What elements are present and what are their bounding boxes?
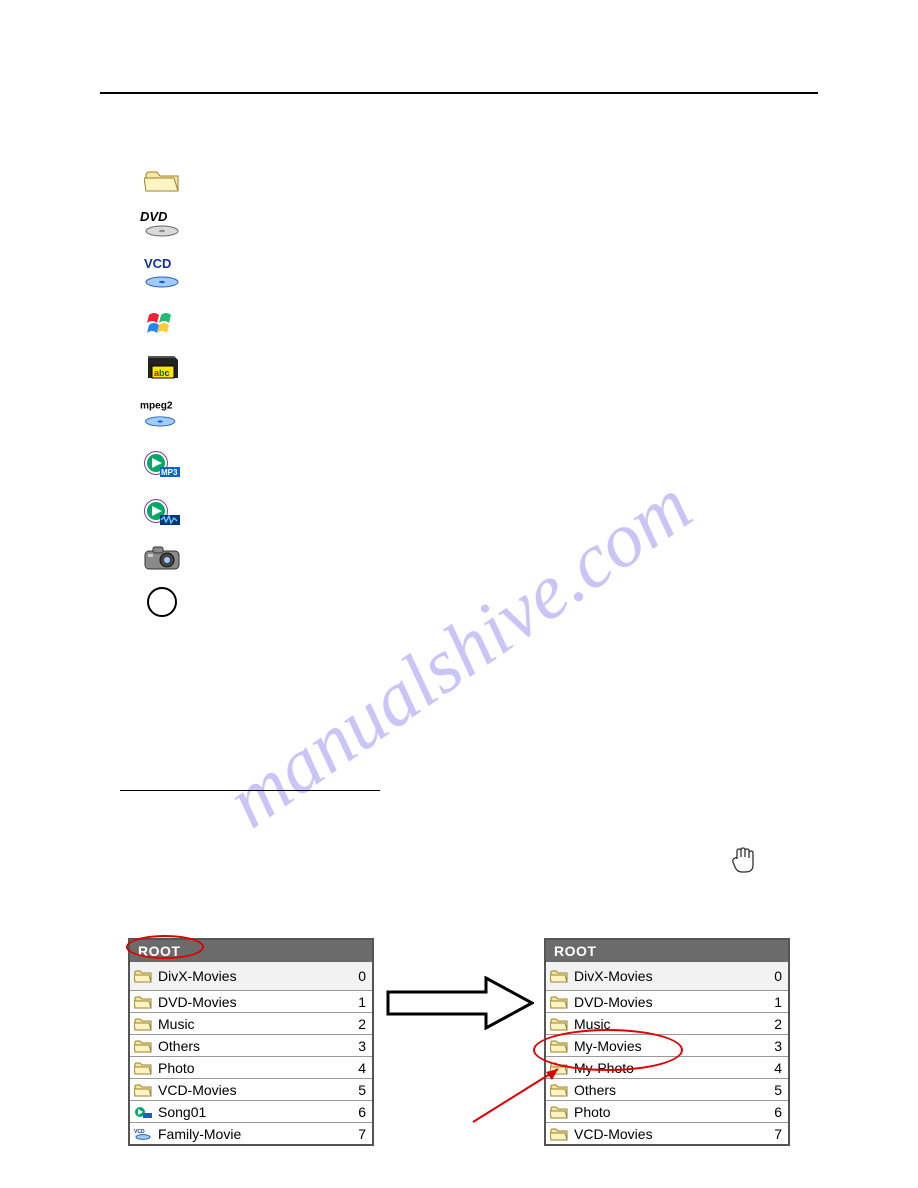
manual-page: manualshive.com DVD VCD bbox=[0, 0, 918, 1188]
file-index: 7 bbox=[768, 1126, 782, 1142]
file-name: DivX-Movies bbox=[574, 968, 768, 984]
folder-icon bbox=[550, 1127, 568, 1141]
list-item[interactable]: Music 2 bbox=[130, 1012, 372, 1034]
file-index: 0 bbox=[352, 968, 366, 984]
folder-icon bbox=[134, 1083, 152, 1097]
file-name: Others bbox=[158, 1038, 352, 1054]
camera-icon bbox=[140, 543, 184, 573]
file-index: 3 bbox=[352, 1038, 366, 1054]
list-item[interactable]: DVD-Movies 1 bbox=[130, 990, 372, 1012]
file-list-after: ROOT DivX-Movies 0 DVD-Movies 1 Music 2 … bbox=[544, 938, 790, 1146]
folder-icon bbox=[134, 1017, 152, 1031]
file-index: 6 bbox=[352, 1104, 366, 1120]
mpeg2-label: mpeg2 bbox=[140, 401, 173, 412]
vcd-icon: VCD bbox=[140, 253, 184, 295]
file-name: Song01 bbox=[158, 1104, 352, 1120]
dvd-icon: DVD bbox=[140, 209, 184, 239]
list-item[interactable]: VCD-Movies 5 bbox=[130, 1078, 372, 1100]
file-name: VCD-Movies bbox=[574, 1126, 768, 1142]
blank-circle-icon bbox=[140, 587, 184, 617]
file-index: 1 bbox=[768, 994, 782, 1010]
file-index: 3 bbox=[768, 1038, 782, 1054]
wma-icon bbox=[140, 495, 184, 529]
list-item[interactable]: Photo 4 bbox=[130, 1056, 372, 1078]
file-list-header: ROOT bbox=[546, 940, 788, 962]
hand-icon bbox=[730, 845, 756, 875]
file-index: 4 bbox=[352, 1060, 366, 1076]
list-item[interactable]: DivX-Movies 0 bbox=[130, 962, 372, 990]
file-name: DivX-Movies bbox=[158, 968, 352, 984]
file-index: 5 bbox=[352, 1082, 366, 1098]
file-index: 2 bbox=[768, 1016, 782, 1032]
folder-icon bbox=[550, 1039, 568, 1053]
file-name: VCD-Movies bbox=[158, 1082, 352, 1098]
annotation-arrow-icon bbox=[468, 1064, 578, 1124]
list-item[interactable]: My-Movies 3 bbox=[546, 1034, 788, 1056]
file-index: 5 bbox=[768, 1082, 782, 1098]
list-item[interactable]: Others 3 bbox=[130, 1034, 372, 1056]
list-item[interactable]: Song01 6 bbox=[130, 1100, 372, 1122]
file-index: 1 bbox=[352, 994, 366, 1010]
file-list-before: ROOT DivX-Movies 0 DVD-Movies 1 Music 2 … bbox=[128, 938, 374, 1146]
file-name: Family-Movie bbox=[158, 1126, 352, 1142]
file-index: 7 bbox=[352, 1126, 366, 1142]
vcd-icon: VCD bbox=[134, 1127, 152, 1141]
list-item[interactable]: Music 2 bbox=[546, 1012, 788, 1034]
mp3-icon: MP3 bbox=[140, 447, 184, 481]
subtitle-abc-icon: abc bbox=[140, 353, 184, 383]
file-index: 0 bbox=[768, 968, 782, 984]
file-list-header: ROOT bbox=[130, 940, 372, 962]
file-name: DVD-Movies bbox=[158, 994, 352, 1010]
mp3-label: MP3 bbox=[161, 468, 178, 477]
folder-icon bbox=[550, 969, 568, 983]
list-item[interactable]: My-Photo 4 bbox=[546, 1056, 788, 1078]
folder-icon bbox=[134, 969, 152, 983]
file-index: 2 bbox=[352, 1016, 366, 1032]
list-item[interactable]: VCD Family-Movie 7 bbox=[130, 1122, 372, 1144]
svg-text:VCD: VCD bbox=[134, 1129, 145, 1135]
icon-legend-column: DVD VCD ab bbox=[140, 165, 184, 617]
folder-icon bbox=[134, 1061, 152, 1075]
folder-icon bbox=[140, 165, 184, 195]
list-item[interactable]: VCD-Movies 7 bbox=[546, 1122, 788, 1144]
file-name: Music bbox=[158, 1016, 352, 1032]
file-index: 4 bbox=[768, 1060, 782, 1076]
watermark-text: manualshive.com bbox=[210, 461, 707, 847]
section-underline bbox=[120, 790, 380, 791]
dvd-label: DVD bbox=[140, 209, 168, 224]
list-item[interactable]: DivX-Movies 0 bbox=[546, 962, 788, 990]
folder-icon bbox=[550, 1017, 568, 1031]
file-name: My-Photo bbox=[574, 1060, 768, 1076]
mp3-icon bbox=[134, 1105, 152, 1119]
vcd-label: VCD bbox=[144, 256, 171, 271]
mpeg2-icon: mpeg2 bbox=[140, 397, 184, 433]
folder-icon bbox=[550, 995, 568, 1009]
file-name: Photo bbox=[574, 1104, 768, 1120]
file-name: Photo bbox=[158, 1060, 352, 1076]
file-name: Music bbox=[574, 1016, 768, 1032]
file-index: 6 bbox=[768, 1104, 782, 1120]
file-name: Others bbox=[574, 1082, 768, 1098]
arrow-right-icon bbox=[386, 976, 534, 1030]
list-item[interactable]: Others 5 bbox=[546, 1078, 788, 1100]
list-item[interactable]: Photo 6 bbox=[546, 1100, 788, 1122]
folder-icon bbox=[134, 995, 152, 1009]
file-name: My-Movies bbox=[574, 1038, 768, 1054]
list-item[interactable]: DVD-Movies 1 bbox=[546, 990, 788, 1012]
windows-icon bbox=[140, 309, 184, 339]
file-name: DVD-Movies bbox=[574, 994, 768, 1010]
folder-icon bbox=[134, 1039, 152, 1053]
svg-text:abc: abc bbox=[154, 368, 170, 378]
page-rule bbox=[100, 92, 818, 94]
